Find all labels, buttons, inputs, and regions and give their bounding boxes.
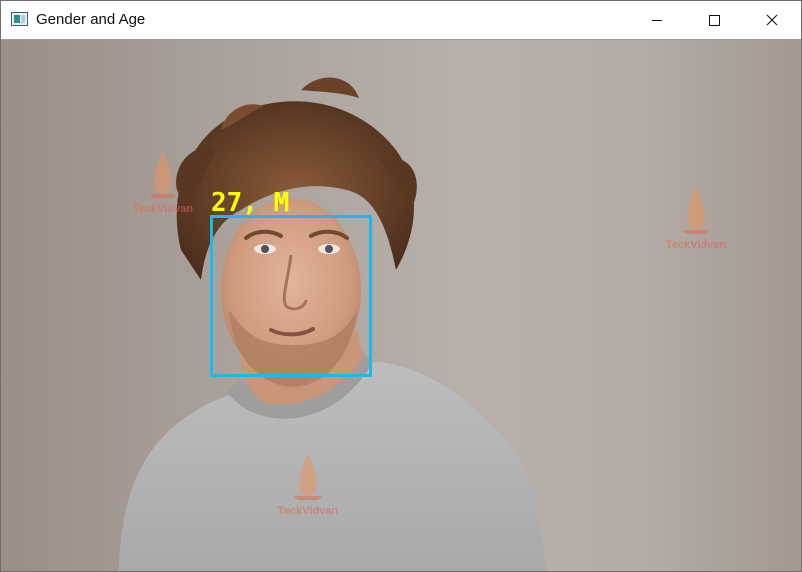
brand-logo-icon [149, 152, 177, 198]
image-view: TeckVidvan TeckVidvan TeckVidvan 27, M [1, 40, 801, 571]
maximize-button[interactable] [691, 1, 737, 39]
minimize-button[interactable] [634, 1, 680, 39]
brand-logo-icon [294, 454, 322, 500]
watermark-logo: TeckVidvan [651, 186, 741, 251]
close-button[interactable] [749, 1, 795, 39]
title-bar[interactable]: Gender and Age [1, 1, 801, 40]
window-title: Gender and Age [36, 11, 146, 28]
age-gender-label: 27, M [211, 188, 290, 218]
face-detection-box [210, 215, 372, 377]
portrait-photo [119, 77, 546, 571]
close-icon [766, 14, 778, 26]
app-window-icon [11, 12, 28, 26]
app-window: Gender and Age TeckVidvan TeckVidvan Tec… [0, 0, 802, 572]
brand-logo-icon [682, 188, 710, 234]
minimize-icon [652, 20, 662, 21]
maximize-icon [709, 15, 720, 26]
watermark-logo: TeckVidvan [263, 452, 353, 517]
watermark-logo: TeckVidvan [118, 150, 208, 215]
